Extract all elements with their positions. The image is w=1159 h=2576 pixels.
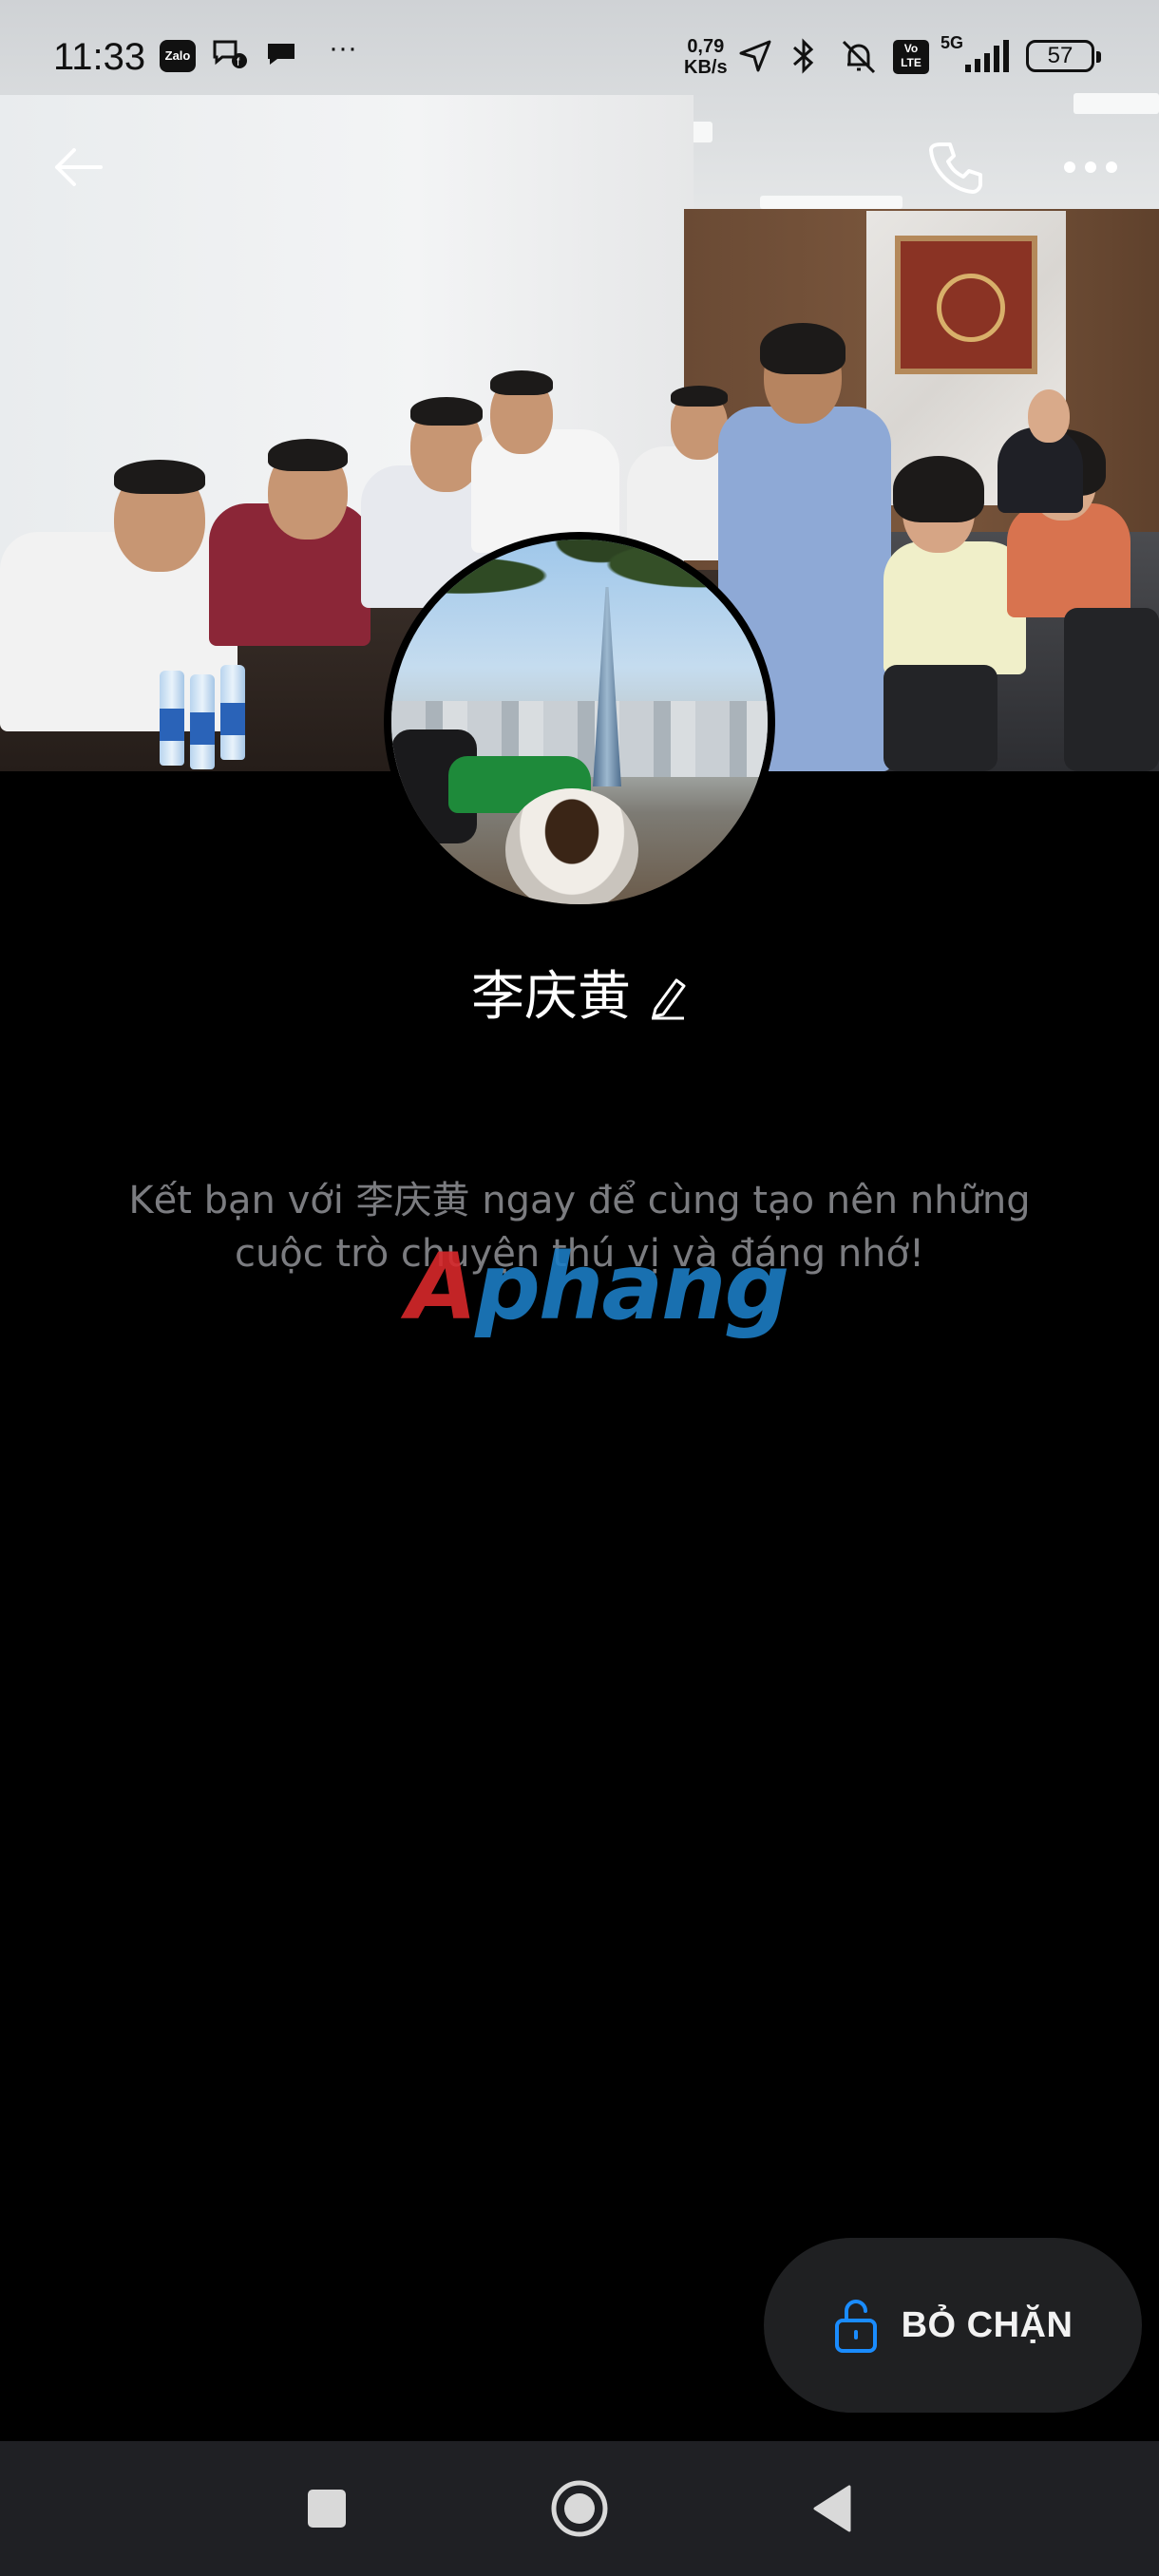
ceiling-light <box>760 196 902 209</box>
location-icon <box>737 38 773 79</box>
pencil-icon <box>652 978 686 1020</box>
cover-water-bottle <box>220 665 245 760</box>
system-navigation-bar <box>0 2441 1159 2576</box>
mute-bell-icon <box>840 38 878 81</box>
phone-icon <box>929 142 982 194</box>
unblock-label: BỎ CHẶN <box>901 2304 1074 2345</box>
back-arrow-icon <box>55 148 103 186</box>
triangle-icon <box>813 2485 851 2532</box>
network-speed: 0,79 KB/s <box>684 36 728 78</box>
more-notifications-icon: ··· <box>329 32 357 64</box>
more-dots-icon <box>1064 161 1117 173</box>
profile-name-row: 李庆黄 <box>0 959 1159 1035</box>
cover-water-bottle <box>160 671 184 766</box>
status-time: 11:33 <box>53 36 146 78</box>
cover-water-bottle <box>190 674 215 769</box>
bluetooth-icon <box>787 38 821 79</box>
status-bar: 11:33 Zalo f ··· 0,79 KB/s Vo LTE 5G 57 <box>0 0 1159 112</box>
more-options-button[interactable] <box>1051 127 1130 207</box>
nav-back-button[interactable] <box>775 2441 889 2576</box>
circle-icon <box>551 2480 608 2537</box>
cover-chair <box>1064 608 1159 771</box>
avatar-coffee-cup <box>505 788 638 904</box>
watermark-logo: Aphang <box>407 1234 789 1340</box>
cover-chair <box>884 665 998 771</box>
nav-home-button[interactable] <box>522 2441 636 2576</box>
signal-strength-icon <box>961 38 1011 79</box>
nav-recents-button[interactable] <box>270 2441 384 2576</box>
chat-notification-icon <box>264 38 298 75</box>
volte-icon: Vo LTE <box>893 40 929 74</box>
profile-name: 李庆黄 <box>471 966 631 1028</box>
call-button[interactable] <box>916 127 996 207</box>
square-icon <box>308 2490 346 2528</box>
unblock-button[interactable]: BỎ CHẶN <box>764 2238 1142 2413</box>
signal-type-label: 5G <box>940 33 964 52</box>
edit-name-button[interactable] <box>648 975 688 1020</box>
unlock-icon <box>834 2300 877 2353</box>
battery-indicator: 57 <box>1026 40 1101 72</box>
back-button[interactable] <box>38 127 118 207</box>
messenger-notification-icon: f <box>211 38 249 77</box>
zalo-notification-icon: Zalo <box>160 40 196 72</box>
profile-avatar[interactable] <box>384 532 775 912</box>
cover-wall-frame <box>895 236 1037 374</box>
